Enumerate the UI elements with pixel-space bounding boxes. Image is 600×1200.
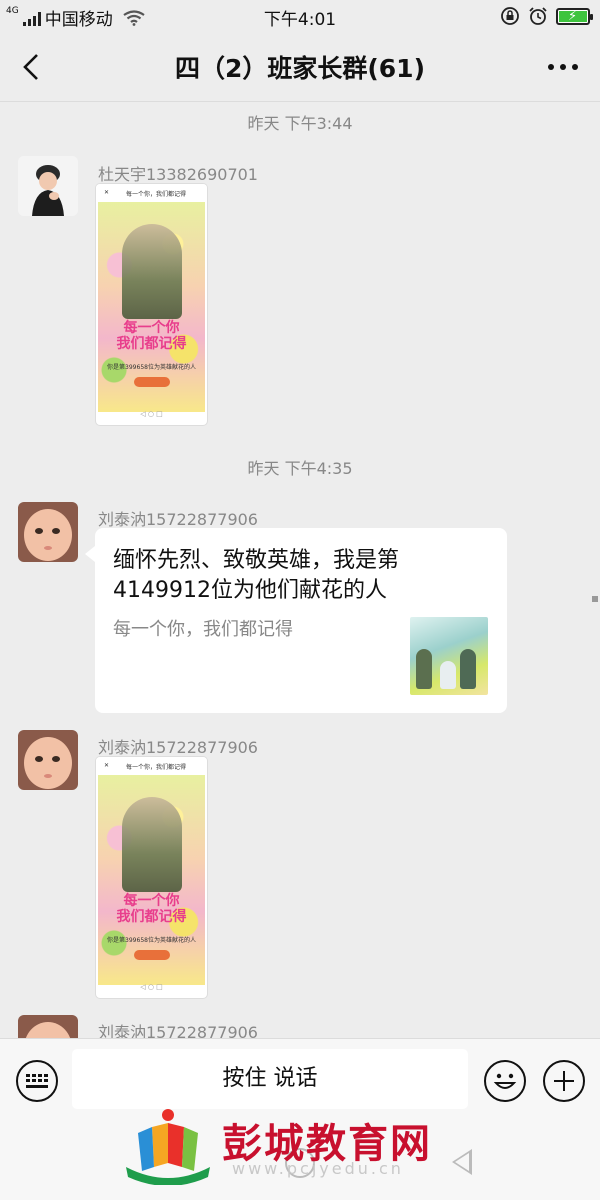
lock-rotation-icon [501,7,519,25]
plus-icon[interactable] [543,1060,585,1102]
more-icon[interactable] [548,64,578,70]
poster-slogan-line2: 我们都记得 [116,909,187,925]
poster-heading: 每一个你，我们都记得 [126,191,187,198]
sender-name: 刘泰汭15722877906 [98,1023,258,1038]
message-timestamp: 昨天 下午4:35 [247,459,353,478]
watermark: 彭城教育网 www.pcjyedu.cn [122,1105,472,1190]
link-thumbnail [410,617,488,695]
status-bar: 4G 中国移动 下午4:01 ⚡ [0,0,600,32]
message-timestamp: 昨天 下午3:44 [247,114,353,133]
avatar[interactable] [18,730,78,790]
watermark-logo [126,1109,210,1185]
poster-image: 每一个你 我们都记得 你是第399658位为英雄献花的人 [98,202,205,412]
link-description: 每一个你，我们都记得 [113,619,293,640]
scroll-indicator[interactable] [592,596,598,602]
chat-title: 四（2）班家长群(61) [174,54,426,83]
chat-header: 四（2）班家长群(61) [0,32,600,102]
link-card-message[interactable]: 缅怀先烈、致敬英雄，我是第4149912位为他们献花的人 每一个你，我们都记得 [85,528,507,713]
battery-icon: ⚡ [556,7,593,25]
avatar[interactable] [18,156,78,216]
chat-message-list[interactable]: 昨天 下午3:44 杜天宇13382690701 ✕ 每一个你，我们都记得 每一个… [0,103,600,1038]
alarm-icon [529,7,547,25]
sender-name: 刘泰汭15722877906 [98,738,258,757]
image-message[interactable]: ✕ 每一个你，我们都记得 每一个你 我们都记得 你是第399658位为英雄献花的人 … [95,756,208,999]
avatar[interactable] [18,1015,78,1038]
poster-image: 每一个你 我们都记得 你是第399658位为英雄献花的人 [98,775,205,985]
sender-name: 刘泰汭15722877906 [98,510,258,529]
poster-subtext: 你是第399658位为英雄献花的人 [107,937,196,944]
emoji-icon[interactable] [484,1060,526,1102]
hold-to-talk-button[interactable]: 按住 说话 [72,1049,468,1109]
poster-heading: 每一个你，我们都记得 [126,764,187,771]
poster-slogan-line1: 每一个你 [123,893,180,909]
keyboard-icon[interactable] [16,1060,58,1102]
image-message[interactable]: ✕ 每一个你，我们都记得 每一个你 我们都记得 你是第399658位为英雄献花的人 … [95,183,208,426]
poster-subtext: 你是第399658位为英雄献花的人 [107,364,196,371]
poster-slogan-line2: 我们都记得 [116,336,187,352]
sender-name: 杜天宇13382690701 [98,165,258,184]
watermark-url: www.pcjyedu.cn [232,1159,404,1178]
link-title: 缅怀先烈、致敬英雄，我是第4149912位为他们献花的人 [113,548,400,603]
avatar[interactable] [18,502,78,562]
poster-slogan-line1: 每一个你 [123,320,180,336]
